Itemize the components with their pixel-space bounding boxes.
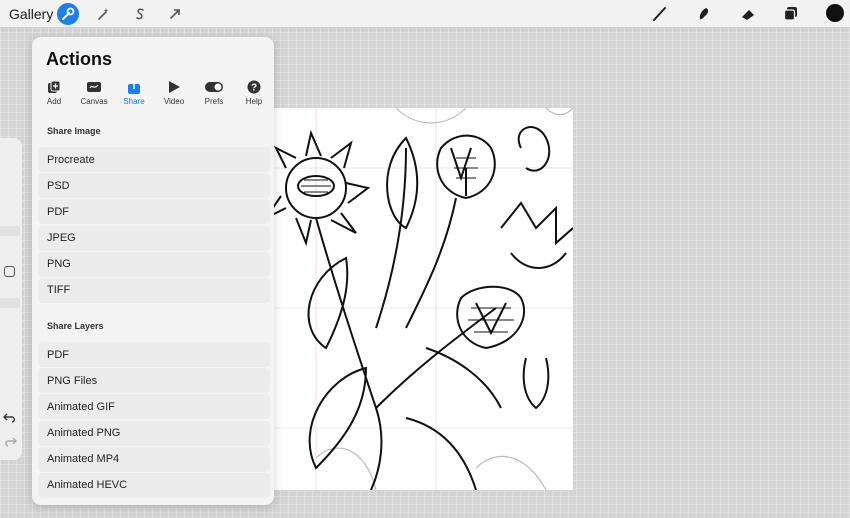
actions-tabs: Add Canvas Share Video Prefs ? Help [32, 79, 274, 107]
share-image-png[interactable]: PNG [38, 251, 270, 277]
share-layers-animated-png[interactable]: Animated PNG [38, 420, 270, 446]
share-layers-animated-hevc[interactable]: Animated HEVC [38, 472, 270, 498]
toggle-icon [205, 82, 223, 92]
tab-video[interactable]: Video [156, 79, 192, 106]
share-image-list: Procreate PSD PDF JPEG PNG TIFF [38, 147, 270, 304]
magic-wand-icon [98, 8, 109, 20]
brush-button[interactable] [649, 3, 671, 25]
wrench-icon [62, 7, 75, 20]
eraser-button[interactable] [737, 3, 759, 25]
share-icon [128, 79, 140, 94]
help-icon: ? [247, 80, 261, 94]
canvas-icon [87, 82, 101, 92]
left-sidebar [0, 138, 22, 460]
selection-s-icon [136, 8, 144, 20]
share-layers-animated-mp4[interactable]: Animated MP4 [38, 446, 270, 472]
drawing-canvas[interactable] [256, 108, 573, 490]
tab-label: Help [245, 97, 263, 106]
layers-icon [783, 7, 797, 21]
tab-label: Share [123, 97, 145, 106]
share-image-jpeg[interactable]: JPEG [38, 225, 270, 251]
share-layers-list: PDF PNG Files Animated GIF Animated PNG … [38, 342, 270, 499]
share-layers-heading: Share Layers [47, 321, 104, 331]
tab-add[interactable]: Add [36, 79, 72, 106]
video-play-icon [169, 81, 180, 93]
gallery-button[interactable]: Gallery [9, 6, 53, 22]
adjustments-button[interactable] [92, 3, 114, 25]
actions-panel: Actions Add Canvas Share Video Prefs ? H… [32, 37, 274, 505]
layers-button[interactable] [780, 3, 802, 25]
tab-canvas[interactable]: Canvas [76, 79, 112, 106]
tab-label: Prefs [204, 97, 224, 106]
actions-button[interactable] [57, 3, 79, 25]
top-toolbar: Gallery [0, 0, 850, 28]
opacity-slider[interactable] [0, 298, 20, 308]
brush-icon [653, 7, 666, 21]
tab-prefs[interactable]: Prefs [196, 79, 232, 106]
share-layers-pdf[interactable]: PDF [38, 342, 270, 367]
share-image-heading: Share Image [47, 126, 101, 136]
smudge-icon [699, 8, 709, 20]
brush-size-slider[interactable] [0, 226, 20, 236]
eraser-icon [742, 10, 754, 20]
floral-artwork [256, 108, 573, 490]
selection-button[interactable] [129, 3, 151, 25]
share-image-psd[interactable]: PSD [38, 173, 270, 199]
add-icon [48, 80, 61, 93]
tab-help[interactable]: ? Help [236, 79, 272, 106]
panel-title: Actions [46, 49, 113, 69]
share-image-procreate[interactable]: Procreate [38, 147, 270, 172]
share-image-tiff[interactable]: TIFF [38, 277, 270, 303]
share-image-pdf[interactable]: PDF [38, 199, 270, 225]
transform-button[interactable] [164, 3, 186, 25]
modify-button[interactable] [4, 266, 15, 277]
color-swatch[interactable] [826, 4, 844, 22]
smudge-button[interactable] [693, 3, 715, 25]
redo-icon[interactable] [3, 436, 17, 448]
share-layers-animated-gif[interactable]: Animated GIF [38, 394, 270, 420]
tab-share[interactable]: Share [116, 79, 152, 106]
tab-label: Canvas [80, 97, 108, 106]
tab-label: Add [46, 97, 62, 106]
share-layers-png-files[interactable]: PNG Files [38, 368, 270, 394]
svg-text:?: ? [251, 83, 257, 94]
undo-icon[interactable] [3, 412, 17, 424]
transform-arrow-icon [170, 9, 180, 19]
tab-label: Video [163, 97, 185, 106]
